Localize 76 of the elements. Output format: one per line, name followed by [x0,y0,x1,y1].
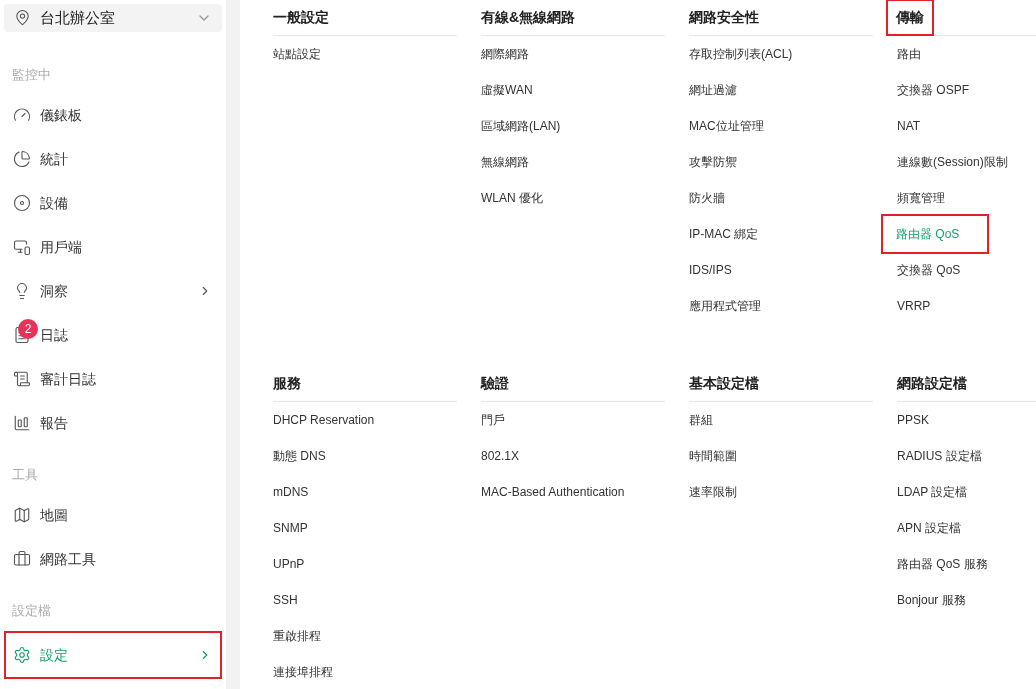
menu-link[interactable]: 存取控制列表(ACL) [689,45,793,63]
settings-icon [13,646,31,664]
menu-link[interactable]: VRRP [897,297,931,315]
disc-icon [13,194,31,212]
sidebar-item[interactable]: 審計日誌 [6,357,220,401]
menu-link[interactable]: 區域網路(LAN) [481,117,561,135]
menu-link[interactable]: NAT [897,117,921,135]
group-heading: 傳輸 [888,1,932,34]
group-heading: 基本設定檔 [689,374,759,393]
menu-link[interactable]: 速率限制 [689,483,737,501]
devices-icon [13,238,31,256]
menu-link[interactable]: IDS/IPS [689,261,732,279]
menu-link[interactable]: mDNS [273,483,309,501]
section-label: 監控中 [12,66,51,85]
menu-link[interactable]: SNMP [273,519,308,537]
menu-link[interactable]: DHCP Reservation [273,411,375,429]
group-heading: 網路設定檔 [897,374,967,393]
group-heading: 網路安全性 [689,8,759,27]
menu-link[interactable]: 交換器 OSPF [897,81,969,99]
menu-link[interactable]: 門戶 [481,411,505,429]
menu-link[interactable]: 頻寬管理 [897,189,945,207]
location-pin-icon [14,9,31,27]
sidebar-item[interactable]: 用戶端 [6,225,220,269]
menu-link[interactable]: 站點設定 [273,45,321,63]
menu-link[interactable]: 防火牆 [689,189,725,207]
menu-link[interactable]: IP-MAC 綁定 [689,225,759,243]
menu-link[interactable]: 動態 DNS [273,447,326,465]
menu-link[interactable]: MAC-Based Authentication [481,483,625,501]
menu-link[interactable]: 時間範圍 [689,447,737,465]
menu-link[interactable]: 交換器 QoS [897,261,961,279]
menu-link[interactable]: PPSK [897,411,929,429]
menu-link[interactable]: Bonjour 服務 [897,591,966,609]
menu-link[interactable]: 網址過濾 [689,81,737,99]
sidebar-item[interactable]: 統計 [6,137,220,181]
menu-link[interactable]: 連接埠排程 [273,663,333,681]
group-heading: 驗證 [481,374,509,393]
menu-link[interactable]: 路由器 QoS 服務 [897,555,988,573]
menu-link[interactable]: LDAP 設定檔 [897,483,968,501]
menu-link[interactable]: MAC位址管理 [689,117,764,135]
sidebar-item[interactable]: 洞察 [6,269,220,313]
pie-chart-icon [13,150,31,168]
menu-link[interactable]: WLAN 優化 [481,189,543,207]
group-heading: 服務 [273,374,301,393]
group-heading: 一般設定 [273,8,329,27]
sidebar-item[interactable]: 地圖 [6,493,220,537]
menu-link[interactable]: 802.1X [481,447,520,465]
bar-chart-icon [13,414,31,432]
menu-link[interactable]: 攻擊防禦 [689,153,737,171]
menu-link[interactable]: 虛擬WAN [481,81,533,99]
sidebar-item[interactable]: 設定 [6,633,220,677]
count-badge: 2 [18,319,38,339]
menu-link[interactable]: UPnP [273,555,305,573]
list-icon [13,370,31,388]
menu-link[interactable]: 網際網路 [481,45,529,63]
menu-link[interactable]: 無線網路 [481,153,529,171]
menu-link[interactable]: SSH [273,591,298,609]
menu-link[interactable]: 群組 [689,411,713,429]
map-icon [13,506,31,524]
sidebar-item[interactable]: 儀錶板 [6,93,220,137]
section-label: 設定檔 [12,602,51,621]
menu-link[interactable]: 連線數(Session)限制 [897,153,1008,171]
menu-link[interactable]: 應用程式管理 [689,297,761,315]
section-label: 工具 [12,466,38,485]
menu-link[interactable]: 路由 [897,45,921,63]
menu-link[interactable]: 重啟排程 [273,627,321,645]
group-heading: 有線&無線網路 [481,8,576,27]
toolbox-icon [13,550,31,568]
sidebar-item[interactable]: 報告 [6,401,220,445]
menu-link[interactable]: 路由器 QoS [883,216,988,252]
location-selector[interactable]: 台北辦公室 [4,4,222,32]
sidebar-item[interactable]: 網路工具 [6,537,220,581]
sidebar-item[interactable]: 設備 [6,181,220,225]
gauge-icon [13,106,31,124]
sidebar-item[interactable]: 2 日誌 [6,313,220,357]
menu-link[interactable]: APN 設定檔 [897,519,961,537]
menu-link[interactable]: RADIUS 設定檔 [897,447,982,465]
